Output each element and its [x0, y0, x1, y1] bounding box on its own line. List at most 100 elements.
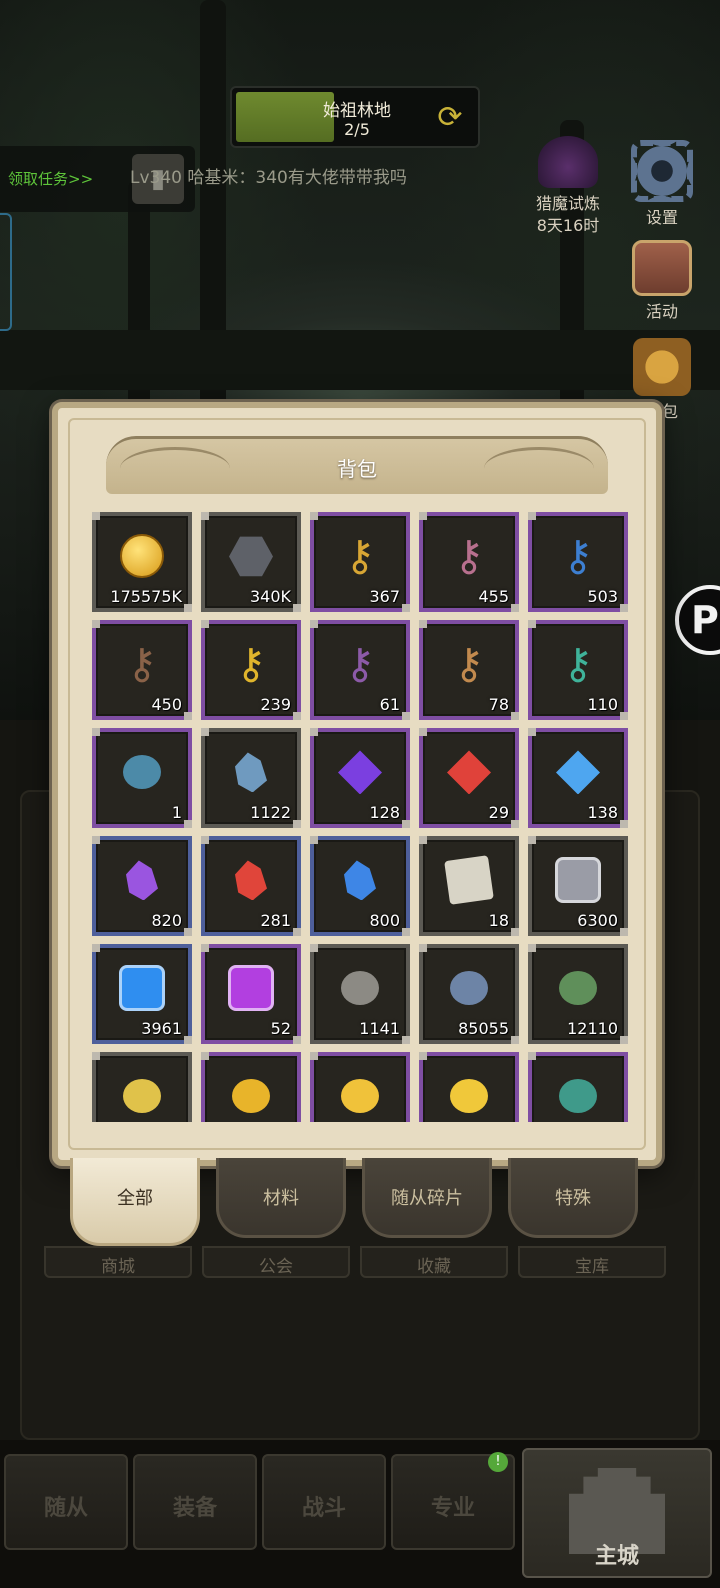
- inventory-slot[interactable]: [419, 1052, 519, 1122]
- inventory-slot[interactable]: 29: [419, 728, 519, 828]
- gold-key-icon: ⚷: [344, 531, 376, 581]
- activity-button[interactable]: 活动: [622, 240, 702, 322]
- violet-key-icon: ⚷: [344, 639, 376, 689]
- item-quantity: 281: [260, 911, 291, 930]
- inventory-slot[interactable]: [92, 1052, 192, 1122]
- modal-header: 背包: [106, 436, 608, 494]
- inventory-slot[interactable]: ⚷ 503: [528, 512, 628, 612]
- nav-battle[interactable]: 战斗: [262, 1454, 386, 1550]
- tab-materials[interactable]: 材料: [216, 1158, 346, 1238]
- hunt-event-button[interactable]: 猎魔试炼 8天16时: [522, 136, 614, 236]
- inventory-slot[interactable]: [201, 1052, 301, 1122]
- inventory-slot[interactable]: 340K: [201, 512, 301, 612]
- crystal-shard-icon: [235, 752, 267, 793]
- gold-ring-icon: [123, 1079, 161, 1114]
- purple-gem-icon: [338, 750, 382, 795]
- red-gem-icon: [447, 750, 491, 795]
- inventory-slot[interactable]: 6300: [528, 836, 628, 936]
- item-quantity: 61: [379, 695, 400, 714]
- collection-tab[interactable]: 收藏: [360, 1246, 508, 1278]
- item-quantity: 367: [369, 587, 400, 606]
- inventory-slot[interactable]: 85055: [419, 944, 519, 1044]
- inventory-slot[interactable]: 1: [92, 728, 192, 828]
- inventory-grid: 175575K 340K ⚷ 367 ⚷ 455 ⚷ 503 ⚷ 450 ⚷ 239 ⚷ 61 ⚷ 78 ⚷ 11…: [92, 512, 632, 1122]
- nav-equipment[interactable]: 装备: [133, 1454, 257, 1550]
- inventory-scroll-area[interactable]: 175575K 340K ⚷ 367 ⚷ 455 ⚷ 503 ⚷ 450 ⚷ 239 ⚷ 61 ⚷ 78 ⚷ 11…: [92, 512, 632, 1122]
- inventory-slot[interactable]: [528, 1052, 628, 1122]
- blue-crystal-icon: [344, 860, 376, 901]
- item-quantity: 503: [587, 587, 618, 606]
- inventory-tabs: 全部 材料 随从碎片 特殊: [70, 1158, 650, 1248]
- item-quantity: 110: [587, 695, 618, 714]
- inventory-slot[interactable]: 175575K: [92, 512, 192, 612]
- hunt-event-label: 猎魔试炼: [535, 194, 600, 213]
- settings-button[interactable]: 设置: [622, 140, 702, 228]
- tab-all[interactable]: 全部: [70, 1158, 200, 1246]
- gold-mushroom-icon: [450, 1079, 488, 1114]
- switch-location-icon[interactable]: ⟳: [432, 100, 468, 136]
- item-quantity: 128: [369, 803, 400, 822]
- inventory-slot[interactable]: ⚷ 78: [419, 620, 519, 720]
- side-panel-edge[interactable]: [0, 213, 12, 331]
- notification-badge: !: [488, 1452, 508, 1472]
- location-banner[interactable]: 始祖林地 2/5 ⟳: [230, 86, 480, 148]
- inventory-slot[interactable]: ⚷ 239: [201, 620, 301, 720]
- pink-key-icon: ⚷: [453, 531, 485, 581]
- inventory-slot[interactable]: 1122: [201, 728, 301, 828]
- item-quantity: 800: [369, 911, 400, 930]
- purple-crystal-icon: [126, 860, 158, 901]
- tab-follower-shards[interactable]: 随从碎片: [362, 1158, 492, 1238]
- nav-main-city[interactable]: 主城: [522, 1448, 712, 1578]
- inventory-slot[interactable]: 281: [201, 836, 301, 936]
- inventory-slot[interactable]: 138: [528, 728, 628, 828]
- item-quantity: 29: [488, 803, 509, 822]
- inventory-slot[interactable]: 52: [201, 944, 301, 1044]
- ore-icon: [450, 971, 488, 1006]
- item-quantity: 12110: [567, 1019, 618, 1038]
- purple-puzzle-icon: [228, 965, 274, 1012]
- item-quantity: 820: [151, 911, 182, 930]
- shop-tab[interactable]: 商城: [44, 1246, 192, 1278]
- item-quantity: 85055: [458, 1019, 509, 1038]
- nav-followers[interactable]: 随从: [4, 1454, 128, 1550]
- inventory-slot[interactable]: ⚷ 450: [92, 620, 192, 720]
- blue-key-icon: ⚷: [562, 531, 594, 581]
- inventory-slot[interactable]: ⚷ 367: [310, 512, 410, 612]
- inventory-slot[interactable]: ⚷ 61: [310, 620, 410, 720]
- inventory-slot[interactable]: ⚷ 110: [528, 620, 628, 720]
- item-quantity: 340K: [249, 587, 291, 606]
- item-quantity: 1122: [250, 803, 291, 822]
- tab-special[interactable]: 特殊: [508, 1158, 638, 1238]
- bronze-key-icon: ⚷: [126, 639, 158, 689]
- guild-tab[interactable]: 公会: [202, 1246, 350, 1278]
- item-quantity: 450: [151, 695, 182, 714]
- scroll-icon: [444, 855, 494, 906]
- inventory-slot[interactable]: 820: [92, 836, 192, 936]
- inventory-slot[interactable]: 12110: [528, 944, 628, 1044]
- spell-book-icon: [123, 755, 161, 790]
- gold-bar-icon: [341, 1079, 379, 1114]
- blue-puzzle-icon: [119, 965, 165, 1012]
- item-quantity: 138: [587, 803, 618, 822]
- demon-wing-icon: [538, 136, 598, 188]
- red-crystal-icon: [235, 860, 267, 901]
- inventory-slot[interactable]: 800: [310, 836, 410, 936]
- item-quantity: 18: [488, 911, 509, 930]
- treasury-tab[interactable]: 宝库: [518, 1246, 666, 1278]
- quest-button[interactable]: 领取任务>>: [8, 168, 93, 189]
- blue-gem-icon: [556, 750, 600, 795]
- inventory-modal: 背包 175575K 340K ⚷ 367 ⚷ 455 ⚷ 503 ⚷ 450 ⚷ 239 ⚷ 61 ⚷ 78…: [52, 402, 662, 1166]
- item-quantity: 1: [171, 803, 182, 822]
- inventory-slot[interactable]: 3961: [92, 944, 192, 1044]
- inventory-slot[interactable]: 1141: [310, 944, 410, 1044]
- chat-message[interactable]: Lv340 哈基米：340有大佬带带我吗: [130, 163, 407, 188]
- activity-board-icon: [632, 240, 692, 296]
- inventory-slot[interactable]: [310, 1052, 410, 1122]
- gift-pack-icon: [633, 338, 691, 396]
- inventory-slot[interactable]: 128: [310, 728, 410, 828]
- inventory-slot[interactable]: ⚷ 455: [419, 512, 519, 612]
- jade-coin-icon: [559, 971, 597, 1006]
- item-quantity: 6300: [577, 911, 618, 930]
- golden-ornate-key-icon: ⚷: [235, 639, 267, 689]
- inventory-slot[interactable]: 18: [419, 836, 519, 936]
